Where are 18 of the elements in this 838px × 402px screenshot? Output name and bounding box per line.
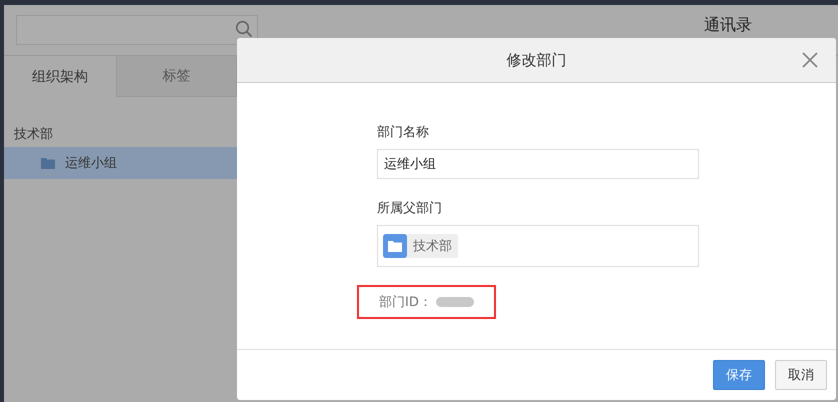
save-button[interactable]: 保存	[713, 360, 765, 390]
search-field[interactable]	[16, 15, 258, 45]
folder-icon	[383, 234, 407, 258]
department-tag: 技术部	[383, 234, 458, 258]
tree-item[interactable]: 技术部	[4, 121, 237, 147]
page-title: 通讯录	[704, 15, 752, 35]
folder-icon	[41, 157, 55, 169]
tab[interactable]: 标签	[116, 56, 237, 97]
close-icon[interactable]	[802, 52, 818, 68]
field-label: 部门名称	[377, 124, 430, 141]
text-field[interactable]: 运维小组	[377, 149, 699, 179]
id-label: 部门ID：	[379, 294, 432, 311]
search-icon[interactable]	[235, 20, 253, 38]
cancel-button[interactable]: 取消	[775, 360, 827, 390]
tag-field[interactable]: 技术部	[377, 225, 699, 267]
field-label: 所属父部门	[377, 200, 443, 217]
redacted-value	[436, 297, 474, 307]
dialog-title: 修改部门	[506, 50, 566, 70]
